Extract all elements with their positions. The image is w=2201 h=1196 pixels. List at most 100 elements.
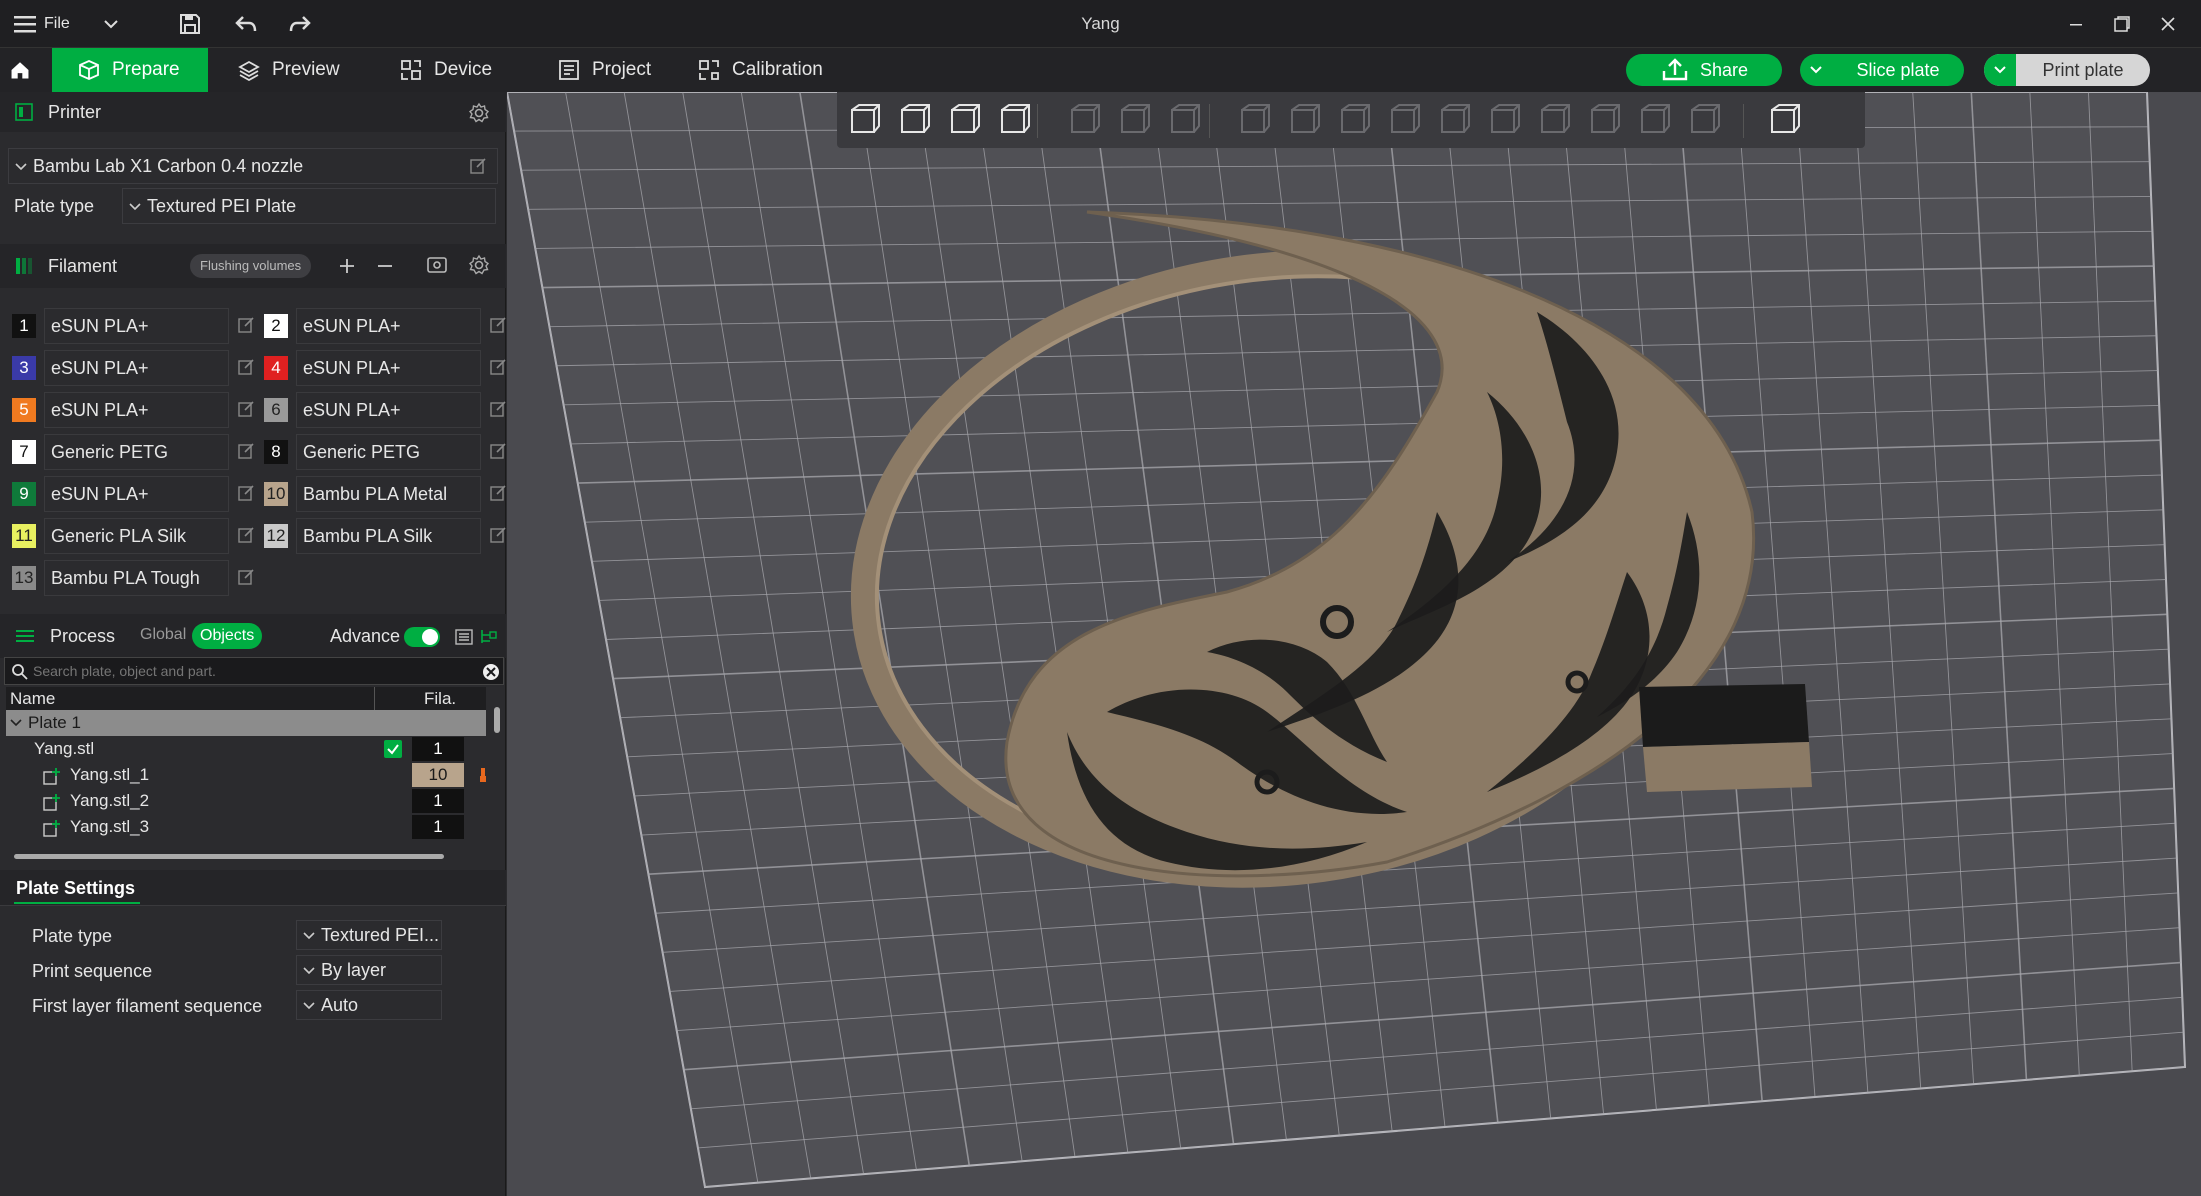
tab-device[interactable]: Device	[400, 48, 520, 92]
object-tree-row[interactable]: Yang.stl_3 1	[6, 814, 486, 840]
plate-setting-select[interactable]: By layer	[296, 955, 442, 985]
auto-orient-icon[interactable]	[945, 100, 985, 140]
filament-edit-icon[interactable]	[237, 442, 255, 465]
measure-icon[interactable]	[1685, 100, 1725, 140]
filament-name[interactable]: Generic PLA Silk	[44, 518, 229, 554]
filament-slot-13[interactable]: 13 Bambu PLA Tough	[12, 560, 262, 596]
slice-dropdown-chevron-icon[interactable]	[1800, 54, 1832, 86]
seam-paint-icon[interactable]	[1585, 100, 1625, 140]
undo-icon[interactable]	[228, 0, 264, 48]
object-tree-vertical-scrollbar[interactable]	[494, 707, 500, 733]
object-tree-row[interactable]: Yang.stl_1 10	[6, 762, 486, 788]
filament-name[interactable]: eSUN PLA+	[44, 350, 229, 386]
filament-color-swatch[interactable]: 7	[12, 440, 36, 464]
filament-color-swatch[interactable]: 1	[12, 314, 36, 338]
object-checkbox[interactable]	[384, 740, 402, 758]
column-name-header[interactable]: Name	[10, 689, 55, 709]
maximize-icon[interactable]	[2104, 0, 2140, 48]
lay-on-face-icon[interactable]	[1385, 100, 1425, 140]
file-dropdown-chevron-icon[interactable]	[96, 0, 126, 48]
copy-icon[interactable]	[1065, 100, 1105, 140]
object-tree-row[interactable]: Yang.stl 1	[6, 736, 486, 762]
column-fila-header[interactable]: Fila.	[424, 689, 456, 709]
add-filament-icon[interactable]	[338, 257, 356, 275]
filament-edit-icon[interactable]	[237, 526, 255, 549]
build-plate-scene[interactable]	[507, 92, 2201, 1196]
print-plate-button[interactable]: Print plate	[1984, 54, 2150, 86]
filament-edit-icon[interactable]	[237, 400, 255, 423]
slice-plate-button[interactable]: Slice plate	[1800, 54, 1964, 86]
filament-edit-icon[interactable]	[489, 484, 507, 507]
filament-edit-icon[interactable]	[489, 316, 507, 339]
objects-toggle[interactable]: Objects	[192, 623, 263, 649]
filament-color-swatch[interactable]: 3	[12, 356, 36, 380]
filament-index-cell[interactable]: 1	[412, 815, 464, 839]
filament-slot-8[interactable]: 8 Generic PETG	[264, 434, 514, 470]
save-icon[interactable]	[172, 0, 208, 48]
boolean-icon[interactable]	[1485, 100, 1525, 140]
filament-edit-icon[interactable]	[237, 316, 255, 339]
filament-color-swatch[interactable]: 6	[264, 398, 288, 422]
object-tree-row[interactable]: Yang.stl_2 1	[6, 788, 486, 814]
filament-color-swatch[interactable]: 11	[12, 524, 36, 548]
paste-icon[interactable]	[1115, 100, 1155, 140]
printer-settings-gear-icon[interactable]	[468, 102, 490, 124]
clear-search-icon[interactable]	[481, 662, 501, 682]
filament-slot-9[interactable]: 9 eSUN PLA+	[12, 476, 262, 512]
filament-color-swatch[interactable]: 13	[12, 566, 36, 590]
filament-color-swatch[interactable]: 2	[264, 314, 288, 338]
3d-viewport[interactable]	[507, 92, 2201, 1196]
filament-color-swatch[interactable]: 5	[12, 398, 36, 422]
filament-slot-4[interactable]: 4 eSUN PLA+	[264, 350, 514, 386]
filament-settings-gear-icon[interactable]	[468, 254, 490, 276]
filament-color-swatch[interactable]: 10	[264, 482, 288, 506]
scale-icon[interactable]	[1335, 100, 1375, 140]
filament-name[interactable]: Generic PETG	[44, 434, 229, 470]
process-tree-icon[interactable]	[478, 627, 498, 647]
filament-name[interactable]: Bambu PLA Metal	[296, 476, 481, 512]
filament-color-swatch[interactable]: 8	[264, 440, 288, 464]
object-search-input[interactable]	[33, 660, 473, 682]
expand-chevron-icon[interactable]	[10, 718, 22, 728]
filament-edit-icon[interactable]	[237, 358, 255, 381]
plate-setting-select[interactable]: Textured PEI...	[296, 920, 442, 950]
global-toggle[interactable]: Global	[140, 626, 186, 644]
filament-index-cell[interactable]: 1	[412, 789, 464, 813]
filament-slot-5[interactable]: 5 eSUN PLA+	[12, 392, 262, 428]
text-icon[interactable]	[1635, 100, 1675, 140]
tab-calibration[interactable]: Calibration	[698, 48, 848, 92]
printer-edit-icon[interactable]	[469, 157, 487, 175]
redo-icon[interactable]	[282, 0, 318, 48]
filament-name[interactable]: eSUN PLA+	[296, 350, 481, 386]
process-list-icon[interactable]	[454, 627, 474, 647]
move-icon[interactable]	[1235, 100, 1275, 140]
home-button[interactable]	[10, 48, 42, 92]
filament-name[interactable]: Generic PETG	[296, 434, 481, 470]
rotate-icon[interactable]	[1285, 100, 1325, 140]
plate-setting-select[interactable]: Auto	[296, 990, 442, 1020]
filament-name[interactable]: eSUN PLA+	[44, 476, 229, 512]
minimize-icon[interactable]	[2058, 0, 2094, 48]
support-paint-icon[interactable]	[1535, 100, 1575, 140]
filament-slot-3[interactable]: 3 eSUN PLA+	[12, 350, 262, 386]
filament-name[interactable]: Bambu PLA Tough	[44, 560, 229, 596]
layer-editing-icon[interactable]	[1165, 100, 1205, 140]
filament-slot-6[interactable]: 6 eSUN PLA+	[264, 392, 514, 428]
grid-arrange-icon[interactable]	[895, 100, 935, 140]
filament-edit-icon[interactable]	[237, 484, 255, 507]
filament-color-swatch[interactable]: 12	[264, 524, 288, 548]
object-tree-horizontal-scrollbar[interactable]	[14, 854, 444, 859]
filament-edit-icon[interactable]	[489, 358, 507, 381]
filament-edit-icon[interactable]	[489, 400, 507, 423]
close-icon[interactable]	[2150, 0, 2186, 48]
filament-slot-12[interactable]: 12 Bambu PLA Silk	[264, 518, 514, 554]
filament-slot-7[interactable]: 7 Generic PETG	[12, 434, 262, 470]
filament-name[interactable]: eSUN PLA+	[296, 392, 481, 428]
filament-edit-icon[interactable]	[489, 442, 507, 465]
filament-color-swatch[interactable]: 9	[12, 482, 36, 506]
filament-edit-icon[interactable]	[489, 526, 507, 549]
filament-slot-10[interactable]: 10 Bambu PLA Metal	[264, 476, 514, 512]
sync-filament-icon[interactable]	[426, 254, 448, 276]
tab-preview[interactable]: Preview	[238, 48, 368, 92]
advance-toggle-switch[interactable]	[404, 627, 440, 647]
